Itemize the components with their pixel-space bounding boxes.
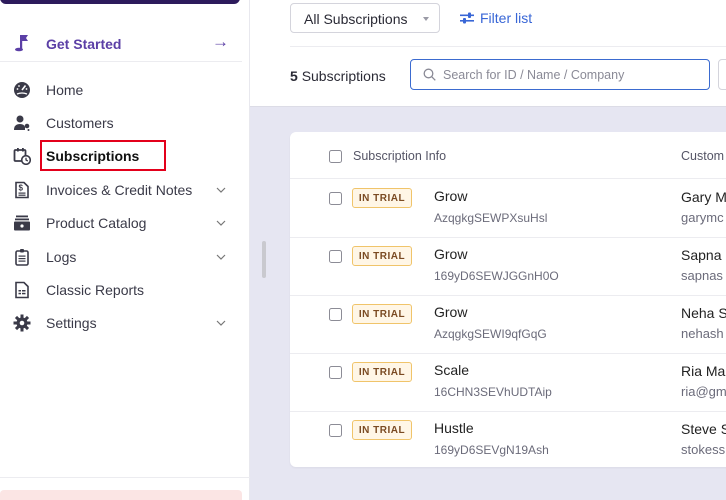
- plan-name[interactable]: Grow: [434, 188, 467, 204]
- select-all-checkbox[interactable]: [329, 150, 342, 163]
- table-row[interactable]: IN TRIAL Grow AzqgkgSEWI9qfGqG Neha S ne…: [290, 296, 726, 354]
- status-badge: IN TRIAL: [352, 420, 412, 440]
- gear-icon: [13, 314, 31, 332]
- table-row[interactable]: IN TRIAL Grow 169yD6SEWJGGnH0O Sapna sap…: [290, 238, 726, 296]
- search-icon: [423, 68, 436, 81]
- customer-email: sapnas: [681, 268, 723, 283]
- plan-name[interactable]: Scale: [434, 362, 469, 378]
- subscriptions-table: Subscription Info Custom IN TRIAL Grow A…: [290, 132, 726, 467]
- customer-email: garymc: [681, 210, 724, 225]
- chevron-down-icon[interactable]: [216, 218, 226, 228]
- sidebar-nav: Home Customers Subscriptions $ Invoices …: [0, 73, 242, 340]
- sidebar-item-label: Product Catalog: [46, 215, 147, 232]
- toolbar-button-partial[interactable]: [718, 59, 726, 90]
- subscription-count-number: 5: [290, 68, 298, 84]
- get-started-link[interactable]: Get Started →: [0, 28, 242, 62]
- subscription-id: 169yD6SEVgN19Ash: [434, 443, 549, 457]
- plan-name[interactable]: Grow: [434, 246, 467, 262]
- product-catalog-icon: [14, 215, 30, 231]
- filter-list-label: Filter list: [480, 10, 533, 26]
- status-badge: IN TRIAL: [352, 304, 412, 324]
- sidebar-item-label: Classic Reports: [46, 282, 145, 299]
- sidebar-item-home[interactable]: Home: [0, 73, 242, 106]
- column-header-subscription-info: Subscription Info: [353, 149, 447, 163]
- customer-email: stokess: [681, 442, 726, 457]
- get-started-label: Get Started: [46, 36, 122, 52]
- sidebar-item-label: Logs: [46, 248, 77, 265]
- row-checkbox[interactable]: [329, 250, 342, 263]
- sidebar-item-invoices-credit-notes[interactable]: $ Invoices & Credit Notes: [0, 173, 242, 206]
- sidebar: Get Started → Home Customers Subscriptio…: [0, 0, 250, 500]
- row-checkbox[interactable]: [329, 366, 342, 379]
- list-header: All Subscriptions Filter list 5 Subscrip…: [250, 0, 726, 107]
- sidebar-item-customers[interactable]: Customers: [0, 106, 242, 139]
- invoice-icon: $: [15, 181, 29, 199]
- customer-email: nehash: [681, 326, 724, 341]
- status-badge: IN TRIAL: [352, 188, 412, 208]
- subscription-id: 16CHN3SEVhUDTAip: [434, 385, 552, 399]
- customer-name[interactable]: Sapna: [681, 247, 721, 263]
- sidebar-item-label: Home: [46, 81, 84, 98]
- status-badge: IN TRIAL: [352, 362, 412, 382]
- sidebar-item-classic-reports[interactable]: Classic Reports: [0, 273, 242, 306]
- row-checkbox[interactable]: [329, 308, 342, 321]
- search-input[interactable]: [443, 65, 703, 85]
- customer-name[interactable]: Steve S: [681, 421, 726, 437]
- clipboard-icon: [15, 248, 29, 266]
- view-select-value: All Subscriptions: [304, 11, 408, 27]
- search-field[interactable]: [410, 59, 710, 90]
- caret-down-icon: [423, 17, 429, 21]
- sidebar-item-logs[interactable]: Logs: [0, 240, 242, 273]
- customer-name[interactable]: Neha S: [681, 305, 726, 321]
- header-divider: [290, 46, 726, 47]
- view-select-dropdown[interactable]: All Subscriptions: [290, 3, 440, 33]
- subscription-id: AzqgkgSEWPXsuHsl: [434, 211, 548, 225]
- sidebar-divider: [0, 477, 250, 478]
- sidebar-item-product-catalog[interactable]: Product Catalog: [0, 207, 242, 240]
- column-header-customer: Custom: [681, 149, 725, 163]
- chevron-down-icon[interactable]: [216, 252, 226, 262]
- sliders-icon: [460, 12, 474, 24]
- highlight-annotation-box: [40, 140, 166, 171]
- report-icon: [15, 281, 29, 299]
- chevron-down-icon[interactable]: [216, 185, 226, 195]
- flag-icon: [15, 35, 28, 52]
- sidebar-item-label: Invoices & Credit Notes: [46, 181, 193, 198]
- subscription-count: 5 Subscriptions: [290, 68, 386, 84]
- calendar-clock-icon: [13, 148, 31, 166]
- customers-icon: [14, 115, 30, 132]
- customer-name[interactable]: Ria Ma: [681, 363, 725, 379]
- status-badge: IN TRIAL: [352, 246, 412, 266]
- filter-list-link[interactable]: Filter list: [460, 10, 532, 26]
- sidebar-resize-handle[interactable]: [262, 241, 266, 278]
- customer-name[interactable]: Gary M: [681, 189, 726, 205]
- table-row[interactable]: IN TRIAL Scale 16CHN3SEVhUDTAip Ria Ma r…: [290, 354, 726, 412]
- plan-name[interactable]: Grow: [434, 304, 467, 320]
- row-checkbox[interactable]: [329, 192, 342, 205]
- subscription-count-label: Subscriptions: [301, 68, 386, 84]
- sidebar-bottom-banner: [0, 490, 242, 500]
- subscription-id: 169yD6SEWJGGnH0O: [434, 269, 559, 283]
- arrow-right-icon: →: [212, 32, 229, 51]
- sidebar-item-label: Customers: [46, 115, 114, 132]
- sidebar-item-label: Settings: [46, 315, 97, 332]
- subscription-id: AzqgkgSEWI9qfGqG: [434, 327, 547, 341]
- row-checkbox[interactable]: [329, 424, 342, 437]
- chevron-down-icon[interactable]: [216, 318, 226, 328]
- dashboard-gauge-icon: [14, 81, 30, 98]
- table-row[interactable]: IN TRIAL Hustle 169yD6SEVgN19Ash Steve S…: [290, 412, 726, 470]
- table-row[interactable]: IN TRIAL Grow AzqgkgSEWPXsuHsl Gary M ga…: [290, 180, 726, 238]
- table-header: Subscription Info Custom: [290, 132, 726, 179]
- sidebar-item-settings[interactable]: Settings: [0, 307, 242, 340]
- plan-name[interactable]: Hustle: [434, 420, 474, 436]
- customer-email: ria@gm: [681, 384, 726, 399]
- svg-text:$: $: [19, 183, 24, 192]
- sidebar-top-banner: [0, 0, 240, 4]
